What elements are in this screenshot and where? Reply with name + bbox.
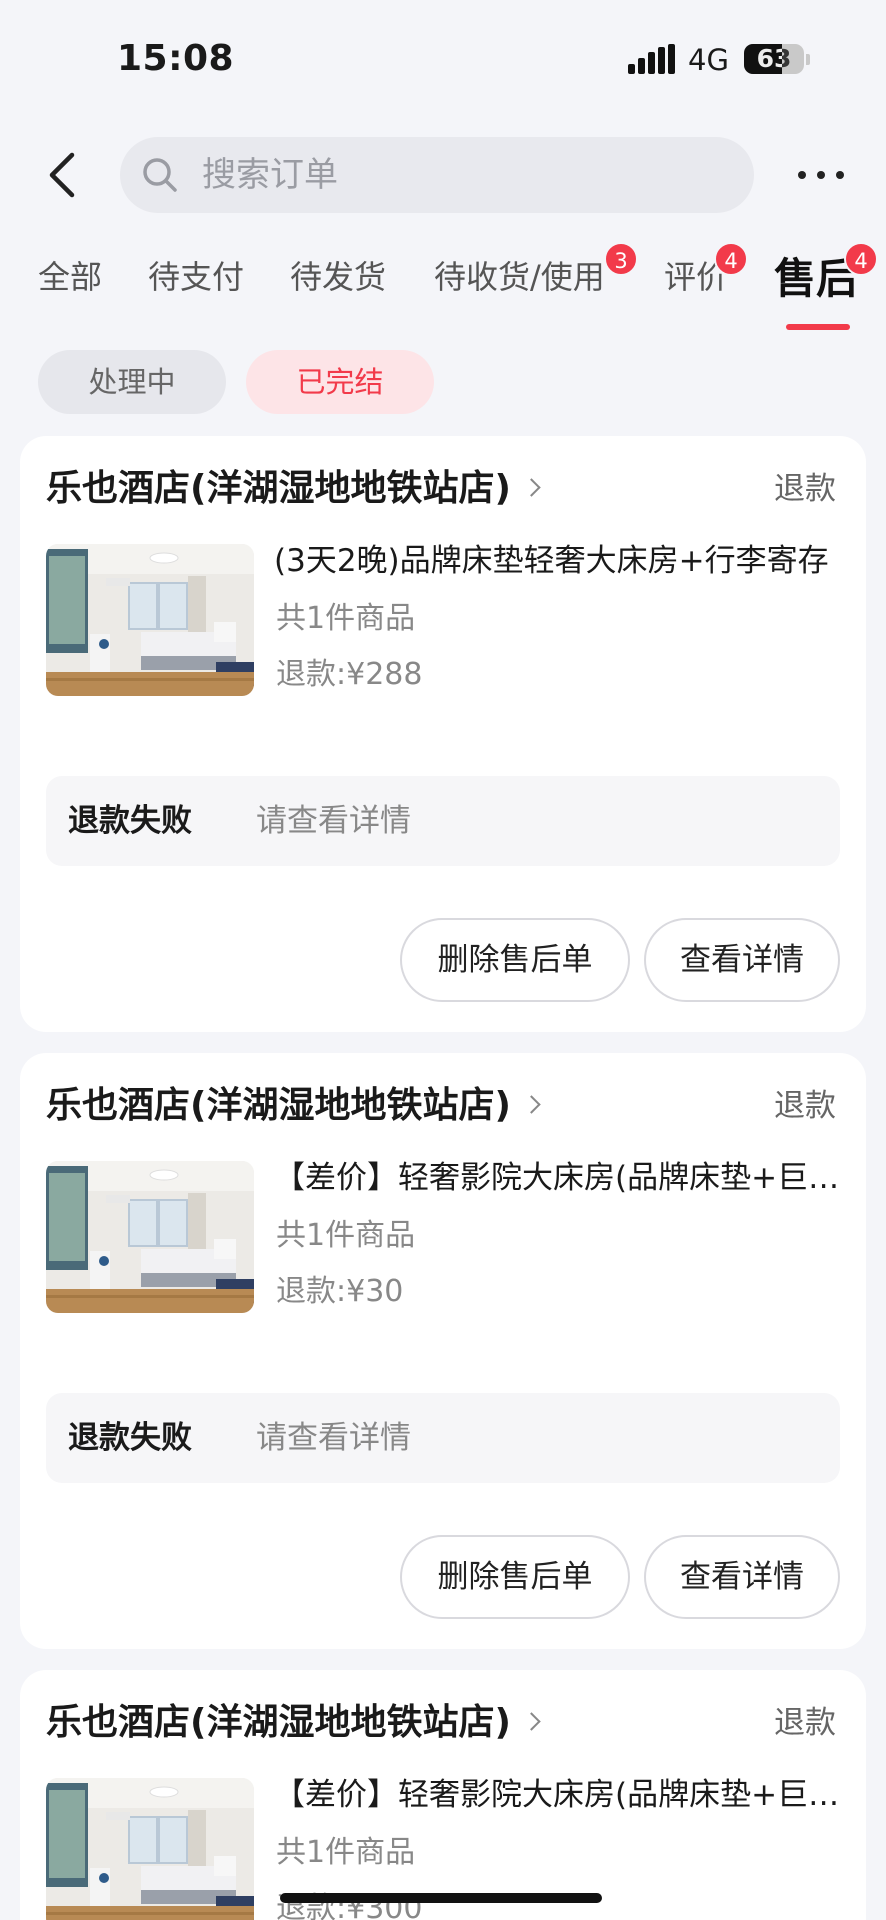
refund-amount: 退款:¥30 [276,1274,404,1309]
order-type: 退款 [774,1705,836,1741]
after-sales-orders-page: 15:08 4G 63 搜索订单 全部 待支付 待发货 待收货/使用 3 评价 … [0,0,886,1920]
store-name-link[interactable]: 乐也酒店(洋湖湿地地铁站店) [46,1698,541,1748]
refund-status: 退款失败 [68,803,192,839]
product-image[interactable] [46,544,254,696]
filter-processing[interactable]: 处理中 [38,350,226,414]
view-details-button[interactable]: 查看详情 [644,918,840,1002]
back-button[interactable] [40,145,90,205]
network-type: 4G [688,43,729,77]
product-title: 【差价】轻奢影院大床房(品牌床垫+巨幕投影) [274,1777,854,1813]
delete-after-sales-button[interactable]: 删除售后单 [400,918,630,1002]
tab-pending-receipt[interactable]: 待收货/使用 [434,254,605,300]
product-title: 【差价】轻奢影院大床房(品牌床垫+巨幕投影) [274,1160,854,1196]
search-input[interactable]: 搜索订单 [120,137,754,213]
tab-badge: 4 [714,242,748,276]
product-quantity: 共1件商品 [276,1218,416,1253]
refund-status-panel[interactable]: 退款失败 请查看详情 [46,776,840,866]
hotel-room-image [46,1161,254,1313]
home-indicator [280,1893,602,1903]
more-options-button[interactable] [796,160,846,190]
tab-badge: 4 [844,242,878,276]
chevron-right-icon [522,477,541,497]
order-card: 乐也酒店(洋湖湿地地铁站店) 退款 [20,1670,866,1920]
product-quantity: 共1件商品 [276,1835,416,1870]
order-card: 乐也酒店(洋湖湿地地铁站店) 退款 [20,1053,866,1649]
status-bar: 15:08 4G 63 [0,0,886,110]
chevron-right-icon [522,1094,541,1114]
product-title: (3天2晚)品牌床垫轻奢大床房+行李寄存 [274,543,829,579]
filter-completed[interactable]: 已完结 [246,350,434,414]
delete-after-sales-button[interactable]: 删除售后单 [400,1535,630,1619]
status-time: 15:08 [117,38,235,79]
dot-icon [836,171,844,179]
order-type: 退款 [774,471,836,507]
order-card: 乐也酒店(洋湖湿地地铁站店) 退款 [20,436,866,1032]
hotel-room-image [46,544,254,696]
refund-status-panel[interactable]: 退款失败 请查看详情 [46,1393,840,1483]
refund-status: 退款失败 [68,1420,192,1456]
view-details-button[interactable]: 查看详情 [644,1535,840,1619]
refund-amount: 退款:¥288 [276,657,423,692]
active-tab-indicator [786,324,850,330]
chevron-left-icon [49,152,75,198]
tab-all[interactable]: 全部 [38,254,102,300]
order-type: 退款 [774,1088,836,1124]
tab-badge: 3 [604,242,638,276]
chevron-right-icon [522,1711,541,1731]
dot-icon [798,171,806,179]
product-image[interactable] [46,1778,254,1920]
search-icon [143,158,177,192]
store-name-link[interactable]: 乐也酒店(洋湖湿地地铁站店) [46,464,541,514]
refund-status-hint: 请查看详情 [256,1420,411,1456]
tab-pending-payment[interactable]: 待支付 [148,254,244,300]
store-name-link[interactable]: 乐也酒店(洋湖湿地地铁站店) [46,1081,541,1131]
store-name: 乐也酒店(洋湖湿地地铁站店) [46,468,511,509]
battery-icon: 63 [744,44,804,74]
store-name: 乐也酒店(洋湖湿地地铁站店) [46,1085,511,1126]
hotel-room-image [46,1778,254,1920]
dot-icon [817,171,825,179]
product-image[interactable] [46,1161,254,1313]
refund-status-hint: 请查看详情 [256,803,411,839]
battery-tip [806,54,810,65]
search-placeholder: 搜索订单 [202,155,338,195]
signal-icon [628,44,675,74]
store-name: 乐也酒店(洋湖湿地地铁站店) [46,1702,511,1743]
battery-level: 63 [756,44,792,73]
tab-pending-shipment[interactable]: 待发货 [290,254,386,300]
product-quantity: 共1件商品 [276,601,416,636]
